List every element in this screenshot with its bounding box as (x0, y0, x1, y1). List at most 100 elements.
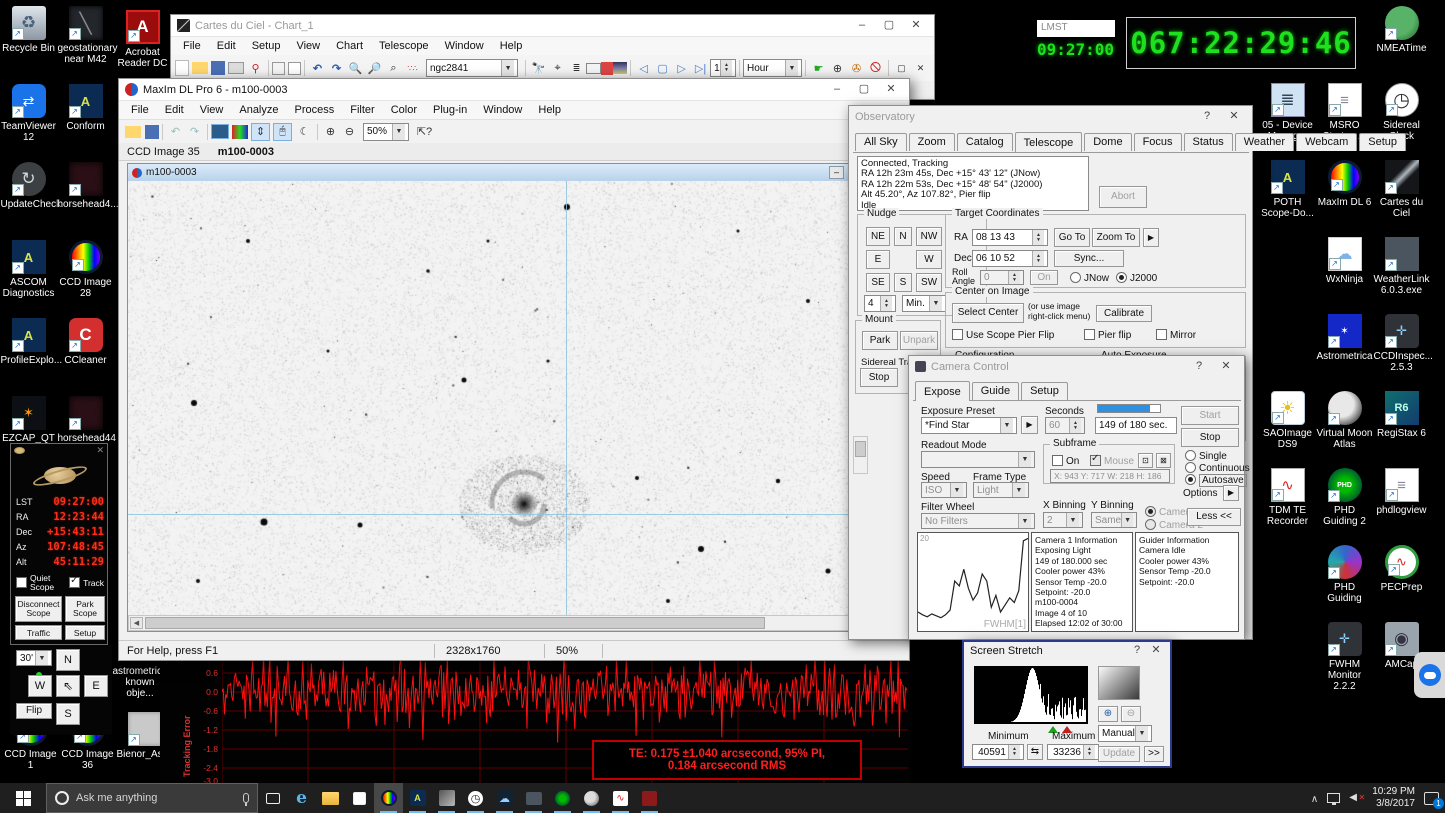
subframe-mouse-checkbox[interactable] (1090, 455, 1101, 466)
tab-m100-0003[interactable]: m100-0003 (218, 146, 274, 158)
move-range-select[interactable]: 30' (16, 650, 52, 666)
expose[interactable]: Expose (915, 381, 970, 401)
roll-on-button[interactable]: On (1030, 270, 1058, 285)
desktop-icon-saoimage-ds9[interactable]: SAOImage DS9 (1259, 387, 1316, 464)
menu-item[interactable]: Edit (209, 38, 244, 54)
filter-wheel-select[interactable]: No Filters (921, 513, 1035, 529)
save-icon[interactable] (145, 125, 159, 139)
taskbar-edge[interactable] (287, 783, 316, 813)
desktop-icon-cartes-du-ciel[interactable]: Cartes du Ciel (1373, 156, 1430, 233)
child-minimize-button[interactable]: – (829, 166, 844, 179)
print-icon[interactable] (228, 62, 244, 74)
tray-clock[interactable]: 10:29 PM 3/8/2017 (1372, 786, 1415, 810)
catalog[interactable]: Catalog (957, 133, 1013, 151)
menu-item[interactable]: Window (475, 102, 530, 118)
desktop-icon-updatecheck[interactable]: UpdateCheck (0, 158, 57, 236)
desktop-icon-phd-guiding-2[interactable]: PHD Guiding 2 (1316, 464, 1373, 541)
desktop-icon-registax[interactable]: RegiStax 6 (1373, 387, 1430, 464)
layers-icon[interactable] (613, 62, 627, 74)
zoom-level-select[interactable]: 50% (363, 123, 409, 141)
select-center-button[interactable]: Select Center (952, 303, 1024, 323)
setup[interactable]: Setup (1021, 382, 1068, 400)
target-more-button[interactable] (1143, 228, 1159, 247)
desktop-icon-phdlogview[interactable]: phdlogview (1373, 464, 1430, 541)
speed-select[interactable]: ISO (921, 482, 967, 498)
setup-button[interactable]: Setup (65, 625, 105, 640)
help-button[interactable] (1129, 643, 1145, 659)
taskbar-maxim-dl[interactable] (374, 783, 403, 813)
time-unit-select[interactable]: Hour (743, 59, 802, 77)
taskbar-wxninja[interactable] (490, 783, 519, 813)
readout-mode-select[interactable] (921, 451, 1035, 468)
time-step-input[interactable]: 1 (710, 59, 736, 77)
undo-icon[interactable]: ↶ (166, 123, 185, 141)
preset-menu-button[interactable] (1021, 416, 1038, 434)
menu-item[interactable]: Setup (244, 38, 289, 54)
taskbar-store[interactable] (345, 783, 374, 813)
minimize-button[interactable] (825, 82, 849, 98)
stop-button[interactable]: Stop (1181, 428, 1239, 447)
desktop-icon-poth[interactable]: POTH Scope-Do... (1259, 156, 1316, 233)
zoomto-button[interactable]: Zoom To (1092, 228, 1140, 247)
horizontal-scrollbar[interactable]: ◀ ▶ ◢ (128, 615, 905, 631)
pier-flip-checkbox[interactable] (1084, 329, 1095, 340)
less-button[interactable]: Less << (1187, 508, 1241, 526)
zoom-in-icon[interactable]: 🔍 (346, 59, 365, 77)
search-dropdown[interactable] (501, 60, 514, 76)
all-sky[interactable]: All Sky (855, 133, 907, 151)
frame-type-select[interactable]: Light (973, 482, 1029, 498)
star-density-icon[interactable]: ∵∴ (403, 59, 422, 77)
camera-control-titlebar[interactable]: Camera Control (909, 356, 1244, 377)
scroll-thumb[interactable] (145, 617, 765, 629)
start-button[interactable]: Start (1181, 406, 1239, 425)
zoom-reset-icon[interactable]: ⌕ (384, 59, 403, 77)
desktop-icon-teamviewer[interactable]: TeamViewer 12 (0, 80, 57, 158)
desktop-icon-maxim-dl-6[interactable]: MaxIm DL 6 (1316, 156, 1373, 233)
status[interactable]: Status (1184, 133, 1233, 151)
night-vision-icon[interactable]: ☾ (295, 123, 314, 141)
time-step-icon[interactable]: ▷| (691, 59, 710, 77)
stretch-mode-select[interactable]: Manual (1098, 725, 1152, 742)
close-button[interactable] (1222, 109, 1246, 125)
taskbar-weatherlink[interactable] (519, 783, 548, 813)
menu-item[interactable]: Help (530, 102, 569, 118)
object-list-icon[interactable]: ≣ (567, 59, 586, 77)
desktop-icon-pecprep[interactable]: PECPrep (1373, 541, 1430, 618)
nudge-e-button[interactable]: E (866, 250, 890, 269)
desktop-icon-profileexplorer[interactable]: ProfileExplo... (0, 314, 57, 392)
mirror-checkbox[interactable] (1156, 329, 1167, 340)
roll-angle-input[interactable]: 0 (980, 270, 1024, 285)
seconds-input[interactable]: 60 (1045, 417, 1085, 434)
help-button[interactable] (1195, 109, 1219, 125)
telescope-abort-icon[interactable]: 🛇 (866, 59, 885, 77)
scroll-left-arrow[interactable]: ◀ (130, 617, 143, 629)
taskbar-tdm-recorder[interactable] (606, 783, 635, 813)
undo-icon[interactable]: ↶ (308, 59, 327, 77)
time-forward-icon[interactable]: ▷ (672, 59, 691, 77)
menu-item[interactable]: Telescope (371, 38, 437, 54)
abort-button[interactable]: Abort (1099, 186, 1147, 208)
time-back-icon[interactable]: ◁ (634, 59, 653, 77)
start-button[interactable] (0, 783, 46, 813)
ra-input[interactable]: 08 13 43 (972, 229, 1048, 246)
desktop-icon-nmeatime[interactable]: NMEATime (1373, 2, 1430, 79)
focus[interactable]: Focus (1134, 133, 1182, 151)
maximum-input[interactable]: 33236 (1047, 744, 1099, 760)
expand-button[interactable]: >> (1144, 746, 1164, 762)
zoom-out-icon[interactable]: 🔎 (365, 59, 384, 77)
menu-item[interactable]: Help (492, 38, 531, 54)
menu-item[interactable]: File (123, 102, 157, 118)
subframe-on-checkbox[interactable] (1052, 455, 1063, 466)
desktop-icon-empty[interactable] (1259, 541, 1316, 618)
nudge-south-button[interactable]: S (56, 703, 80, 725)
menu-item[interactable]: Color (383, 102, 425, 118)
notification-icon[interactable]: 1 (1424, 792, 1439, 805)
weather[interactable]: Weather (1235, 133, 1294, 151)
open-icon[interactable] (125, 126, 141, 138)
desktop-icon-empty[interactable] (1259, 618, 1316, 695)
mdi-restore-icon[interactable] (892, 59, 911, 77)
zoom-dropdown[interactable] (392, 124, 405, 140)
track-stop-button[interactable]: Stop (860, 368, 898, 387)
taskbar-file-explorer[interactable] (316, 783, 345, 813)
scope-panel-titlebar[interactable]: ✕ (11, 444, 107, 457)
